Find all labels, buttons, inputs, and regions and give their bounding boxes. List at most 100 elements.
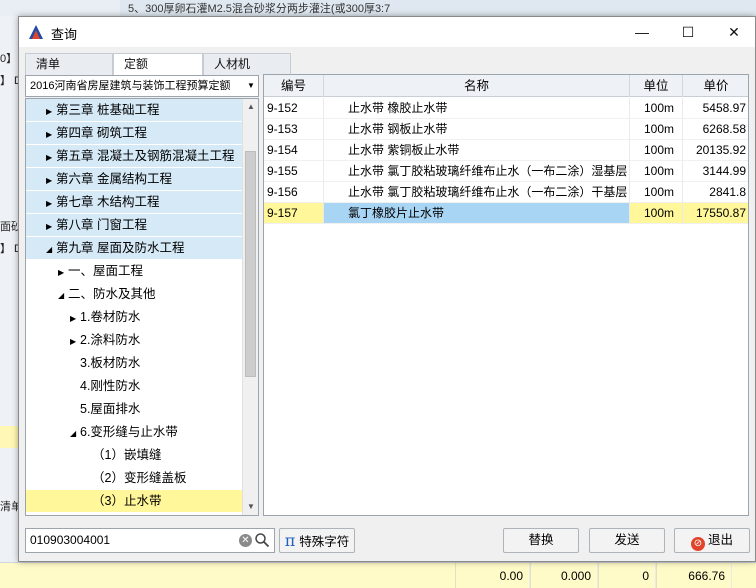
expand-icon[interactable]: ▶ [58, 261, 68, 284]
tree-node[interactable]: 5.屋面排水 [26, 398, 243, 421]
norm-library-select[interactable]: 2016河南省房屋建筑与装饰工程预算定额 ▼ [25, 75, 259, 97]
tree-node[interactable]: （3）止水带 [26, 490, 243, 513]
pi-icon: π [284, 531, 296, 550]
cell-unit[interactable]: 100m [630, 161, 683, 182]
cell-code[interactable]: 9-156 [264, 182, 324, 203]
search-value: 010903004001 [30, 533, 111, 547]
cell-code[interactable]: 9-153 [264, 119, 324, 140]
expand-icon[interactable]: ▶ [46, 215, 56, 238]
cell-name[interactable]: 止水带 紫铜板止水带 [324, 140, 630, 161]
tree-node[interactable]: （1）嵌填缝 [26, 444, 243, 467]
table-row[interactable]: 9-155 止水带 氯丁胶粘玻璃纤维布止水（一布二涂）湿基层 100m 3144.99 [264, 161, 748, 182]
tree-node-label: 6.变形缝与止水带 [80, 425, 178, 439]
expand-icon[interactable]: ▶ [46, 146, 56, 169]
cell-code[interactable]: 9-154 [264, 140, 324, 161]
tree-node-label: 5.屋面排水 [80, 402, 141, 416]
minimize-button[interactable]: — [619, 17, 665, 47]
cell-price[interactable]: 3144.99 [683, 161, 748, 182]
send-button[interactable]: 发送 [589, 528, 665, 553]
maximize-button[interactable]: ☐ [665, 17, 711, 47]
cell-unit[interactable]: 100m [630, 98, 683, 119]
tree-scrollbar[interactable]: ▲ ▼ [242, 99, 258, 515]
table-row[interactable]: 9-157 氯丁橡胶片止水带 100m 17550.87 [264, 203, 748, 224]
cell-unit[interactable]: 100m [630, 119, 683, 140]
cell-price[interactable]: 2841.8 [683, 182, 748, 203]
cell-price[interactable]: 5458.97 [683, 98, 748, 119]
table-row[interactable]: 9-153 止水带 钢板止水带 100m 6268.58 [264, 119, 748, 140]
table-row[interactable]: 9-156 止水带 氯丁胶粘玻璃纤维布止水（一布二涂）干基层 100m 2841.8 [264, 182, 748, 203]
tree-node[interactable]: 4.刚性防水 [26, 375, 243, 398]
cell-unit[interactable]: 100m [630, 203, 683, 224]
summary-cell: 666.76 [656, 563, 732, 588]
tree-node-label: （3）止水带 [92, 494, 162, 508]
scroll-up-icon[interactable]: ▲ [243, 99, 258, 115]
search-input[interactable]: 010903004001 ✕ [25, 528, 275, 553]
tree-node[interactable]: （2）变形缝盖板 [26, 467, 243, 490]
background-fragment: 0】 [0, 53, 18, 65]
tree-node[interactable]: 3.板材防水 [26, 352, 243, 375]
expand-icon[interactable]: ▶ [46, 169, 56, 192]
replace-button[interactable]: 替换 [503, 528, 579, 553]
background-selected-row [0, 426, 20, 448]
exit-button[interactable]: ⊘ 退出 [674, 528, 750, 553]
tree-node[interactable]: ▶ 第八章 门窗工程 [26, 214, 243, 237]
header-code[interactable]: 编号 [264, 75, 324, 97]
expand-icon[interactable]: ▶ [70, 330, 80, 353]
cell-code[interactable]: 9-152 [264, 98, 324, 119]
header-price[interactable]: 单价 [683, 75, 748, 97]
expand-icon[interactable]: ▶ [70, 307, 80, 330]
cell-unit[interactable]: 100m [630, 182, 683, 203]
tab-bill[interactable]: 清单 [25, 53, 113, 75]
tree-node[interactable]: ▶ 第五章 混凝土及钢筋混凝土工程 [26, 145, 243, 168]
dropdown-arrow-icon[interactable]: ▼ [244, 76, 258, 96]
close-button[interactable]: ✕ [711, 17, 756, 47]
tree-node[interactable]: ▶ 第七章 木结构工程 [26, 191, 243, 214]
search-icon[interactable] [254, 532, 270, 548]
tree-node-label: 1.卷材防水 [80, 310, 141, 324]
summary-cell: 0.00 [455, 563, 530, 588]
scroll-thumb[interactable] [245, 151, 256, 377]
table-row[interactable]: 9-154 止水带 紫铜板止水带 100m 20135.92 [264, 140, 748, 161]
title-bar[interactable]: 查询 — ☐ ✕ [19, 17, 755, 47]
tree-node[interactable]: ▶ 第三章 桩基础工程 [26, 99, 243, 122]
collapse-icon[interactable]: ◢ [58, 284, 68, 307]
tree-node-label: 第九章 屋面及防水工程 [56, 241, 185, 255]
header-unit[interactable]: 单位 [630, 75, 683, 97]
cell-code[interactable]: 9-155 [264, 161, 324, 182]
collapse-icon[interactable]: ◢ [70, 422, 80, 445]
tree-node[interactable]: ▶ 第六章 金属结构工程 [26, 168, 243, 191]
cell-name[interactable]: 止水带 橡胶止水带 [324, 98, 630, 119]
tree-node[interactable]: ◢ 第九章 屋面及防水工程 [26, 237, 243, 260]
header-name[interactable]: 名称 [324, 75, 630, 97]
cell-name[interactable]: 止水带 钢板止水带 [324, 119, 630, 140]
tab-labor-material-machine[interactable]: 人材机 [203, 53, 291, 75]
cell-price[interactable]: 20135.92 [683, 140, 748, 161]
cell-name[interactable]: 止水带 氯丁胶粘玻璃纤维布止水（一布二涂）干基层 [324, 182, 630, 203]
tree-node[interactable]: ▶ 一、屋面工程 [26, 260, 243, 283]
tree-node[interactable]: ▶ 第四章 砌筑工程 [26, 122, 243, 145]
tree-node-label: 二、防水及其他 [68, 287, 156, 301]
tree-node-label: 4.刚性防水 [80, 379, 141, 393]
tab-norm[interactable]: 定额 [113, 53, 203, 76]
tree-node[interactable]: ▶ 2.涂料防水 [26, 329, 243, 352]
cell-price[interactable]: 17550.87 [683, 203, 748, 224]
expand-icon[interactable]: ▶ [46, 192, 56, 215]
cell-name[interactable]: 氯丁橡胶片止水带 [324, 203, 630, 224]
cell-code[interactable]: 9-157 [264, 203, 324, 224]
tree-node[interactable]: ◢ 二、防水及其他 [26, 283, 243, 306]
background-left-strip [0, 16, 20, 576]
collapse-icon[interactable]: ◢ [46, 238, 56, 261]
tree-node[interactable]: ◢ 6.变形缝与止水带 [26, 421, 243, 444]
tree-node[interactable]: ▶ 1.卷材防水 [26, 306, 243, 329]
cell-name[interactable]: 止水带 氯丁胶粘玻璃纤维布止水（一布二涂）湿基层 [324, 161, 630, 182]
chapter-tree: ▶ 第三章 桩基础工程 ▶ 第四章 砌筑工程 ▶ 第五章 混凝土及钢筋混凝土工程 ▶ 第六章 … [25, 98, 259, 516]
cell-unit[interactable]: 100m [630, 140, 683, 161]
table-row[interactable]: 9-152 止水带 橡胶止水带 100m 5458.97 [264, 98, 748, 119]
expand-icon[interactable]: ▶ [46, 123, 56, 146]
cell-price[interactable]: 6268.58 [683, 119, 748, 140]
clear-icon[interactable]: ✕ [239, 534, 252, 547]
norm-library-value: 2016河南省房屋建筑与装饰工程预算定额 [30, 80, 231, 92]
special-characters-button[interactable]: π 特殊字符 [279, 528, 355, 553]
expand-icon[interactable]: ▶ [46, 100, 56, 123]
scroll-down-icon[interactable]: ▼ [243, 499, 258, 515]
